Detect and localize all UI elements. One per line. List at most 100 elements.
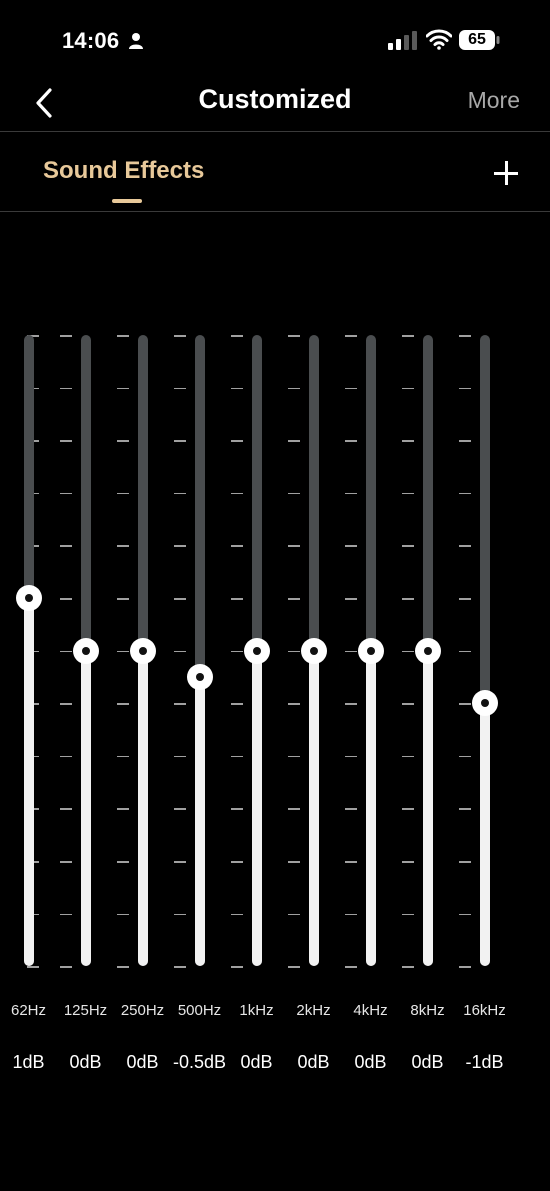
eq-slider-knob[interactable] [129,637,156,664]
eq-band: 4kHz 0dB [342,320,399,1080]
eq-scale-tick [288,440,300,442]
eq-gain-label: 0dB [411,1052,444,1072]
eq-slider-knob[interactable] [300,637,327,664]
eq-scale-tick [60,913,72,916]
eq-slider-fill [365,650,376,966]
eq-scale-tick [60,598,72,600]
eq-frequency-label: 1kHz [239,1002,274,1019]
eq-scale-tick [288,492,300,495]
eq-scale-tick [402,755,414,758]
eq-frequency-label: 4kHz [353,1002,388,1019]
eq-scale-tick [117,913,129,916]
tab-sound-effects[interactable]: Sound Effects [43,157,204,185]
eq-scale-tick [345,966,357,968]
equalizer: 62Hz 1dB 125Hz 0dB 250Hz 0dB 500Hz -0.5dB 1kHz 0d… [0,320,550,1080]
wifi-icon [426,29,452,50]
eq-scale-tick [288,913,300,916]
eq-band: 62Hz 1dB [0,320,57,1080]
eq-scale-tick [345,650,357,653]
more-button[interactable]: More [468,87,520,114]
eq-scale-tick [174,703,186,705]
eq-scale-tick [459,335,471,337]
eq-scale-tick [117,440,129,442]
eq-scale-tick [402,440,414,442]
eq-scale-tick [174,440,186,442]
eq-scale-tick [231,335,243,337]
eq-slider-fill [479,703,490,966]
eq-scale-tick [231,650,243,653]
status-bar: 14:06 65 [0,0,550,80]
eq-scale-tick [288,387,300,390]
eq-scale-tick [231,966,243,968]
eq-scale-tick [174,335,186,337]
eq-scale-tick [288,650,300,653]
eq-scale-tick [459,650,471,653]
eq-band: 500Hz -0.5dB [171,320,228,1080]
eq-band: 125Hz 0dB [57,320,114,1080]
eq-scale-tick [60,335,72,337]
eq-scale-tick [231,440,243,442]
eq-frequency-label: 62Hz [10,1002,47,1019]
eq-scale-tick [288,335,300,337]
eq-slider-fill [137,650,148,966]
eq-slider-fill [251,650,262,966]
eq-scale-tick [288,861,300,863]
eq-scale-tick [402,913,414,916]
eq-scale-tick [459,598,471,600]
eq-slider-fill [194,676,205,966]
eq-slider-knob[interactable] [357,637,384,664]
eq-scale-tick [60,703,72,705]
eq-frequency-label: 250Hz [120,1002,165,1019]
eq-scale-tick [402,650,414,653]
eq-gain-label: 0dB [297,1052,330,1072]
eq-slider-knob[interactable] [471,690,498,717]
eq-scale-tick [459,387,471,390]
status-time: 14:06 [62,28,120,53]
eq-band: 2kHz 0dB [285,320,342,1080]
eq-scale-tick [174,808,186,810]
eq-scale-tick [288,966,300,968]
eq-scale-tick [402,335,414,337]
eq-gain-label: 0dB [126,1052,159,1072]
eq-slider-knob[interactable] [414,637,441,664]
eq-scale-tick [174,492,186,495]
eq-scale-tick [231,755,243,758]
eq-scale-tick [117,861,129,863]
eq-scale-tick [174,913,186,916]
add-icon[interactable] [494,161,518,185]
eq-scale-tick [117,755,129,758]
eq-scale-tick [60,545,72,547]
eq-scale-tick [345,913,357,916]
eq-frequency-label: 125Hz [63,1002,108,1019]
eq-scale-tick [345,808,357,810]
eq-scale-tick [345,703,357,705]
eq-scale-tick [459,861,471,863]
eq-scale-tick [459,755,471,758]
eq-frequency-label: 500Hz [177,1002,222,1019]
eq-scale-tick [231,387,243,390]
battery-icon: 65 [458,29,500,51]
person-icon [129,33,143,49]
eq-scale-tick [459,492,471,495]
eq-scale-tick [459,913,471,916]
eq-slider-knob[interactable] [243,637,270,664]
eq-gain-label: -1dB [465,1052,504,1072]
eq-scale-tick [231,598,243,600]
eq-slider-fill [308,650,319,966]
eq-scale-tick [27,966,39,968]
eq-scale-tick [402,861,414,863]
eq-scale-tick [345,440,357,442]
eq-gain-label: 1dB [12,1052,45,1072]
eq-scale-tick [402,598,414,600]
eq-slider-knob[interactable] [15,584,42,611]
eq-slider-knob[interactable] [186,663,213,690]
eq-scale-tick [174,861,186,863]
eq-scale-tick [174,650,186,653]
eq-scale-tick [60,966,72,968]
eq-scale-tick [402,492,414,495]
eq-scale-tick [459,808,471,810]
eq-slider-knob[interactable] [72,637,99,664]
eq-scale-tick [60,861,72,863]
eq-scale-tick [117,335,129,337]
eq-scale-tick [60,650,72,653]
